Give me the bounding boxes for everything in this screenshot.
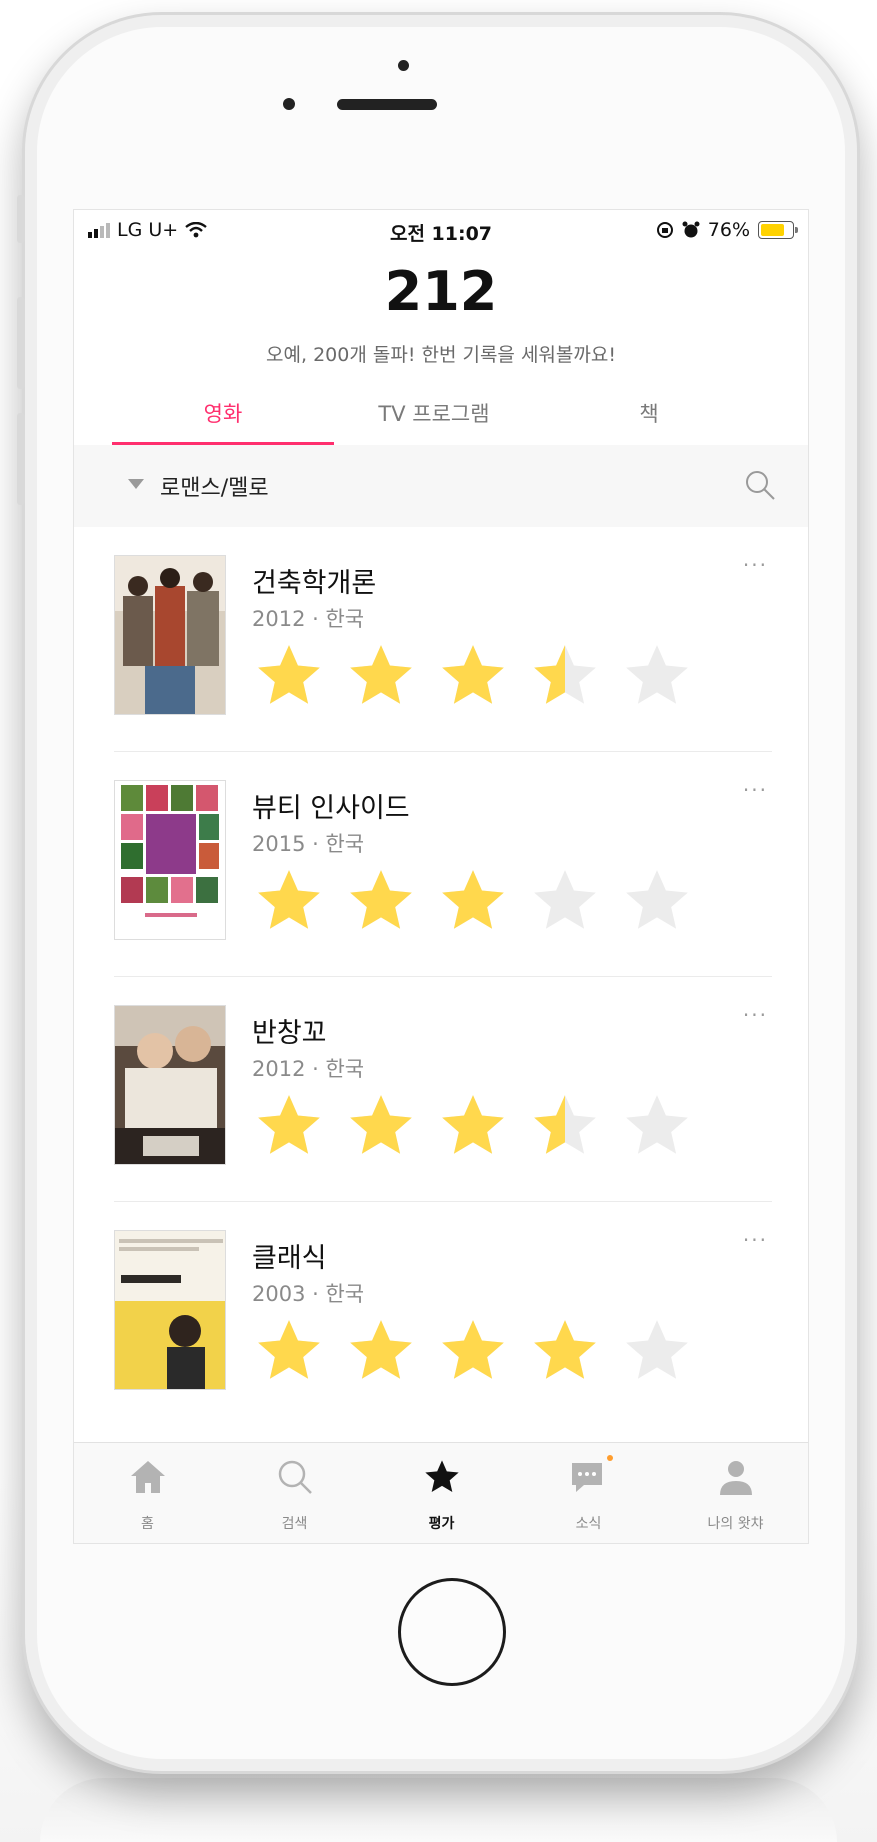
nav-search[interactable]: 검색 — [221, 1443, 368, 1543]
battery-percent: 76% — [707, 219, 750, 241]
rating-star-icon[interactable] — [436, 1314, 510, 1388]
rating-star-icon[interactable] — [252, 1314, 326, 1388]
nav-label: 소식 — [575, 1516, 602, 1532]
category-tabs: 영화 TV 프로그램 책 — [74, 385, 808, 445]
rating-star-icon[interactable] — [252, 1089, 326, 1163]
more-options-icon[interactable]: ··· — [743, 553, 768, 577]
front-camera — [283, 98, 295, 110]
star-icon — [424, 1460, 459, 1492]
rating-count: 212 — [384, 260, 498, 323]
person-icon — [719, 1461, 752, 1495]
rating-star-icon[interactable] — [344, 1089, 418, 1163]
rating-star-icon[interactable] — [528, 864, 602, 938]
rating-star-icon[interactable] — [620, 1089, 694, 1163]
rating-star-icon[interactable] — [436, 864, 510, 938]
movie-title: 반창꼬 — [252, 1018, 327, 1049]
movie-poster[interactable] — [114, 555, 226, 715]
movie-poster[interactable] — [114, 1230, 226, 1390]
star-rating[interactable] — [252, 639, 694, 713]
more-options-icon[interactable]: ··· — [743, 1003, 768, 1027]
tab-movies[interactable]: 영화 — [112, 385, 334, 443]
rating-star-icon[interactable] — [528, 639, 602, 713]
rating-star-icon[interactable] — [436, 639, 510, 713]
nav-label: 검색 — [281, 1516, 308, 1532]
status-bar: LG U+ 오전 11:07 76% — [74, 210, 808, 254]
dropdown-caret-icon[interactable] — [128, 479, 144, 489]
rating-star-icon[interactable] — [344, 639, 418, 713]
movie-year-country: 2015 · 한국 — [252, 832, 365, 856]
star-rating[interactable] — [252, 1314, 694, 1388]
rating-star-icon[interactable] — [620, 1314, 694, 1388]
more-options-icon[interactable]: ··· — [743, 778, 768, 802]
battery-icon — [758, 221, 798, 239]
app-screen: LG U+ 오전 11:07 76% 212 오예, 200개 돌파! 한번 기… — [73, 209, 809, 1544]
volume-up-button — [17, 297, 25, 389]
rating-star-icon[interactable] — [436, 1089, 510, 1163]
movie-year-country: 2003 · 한국 — [252, 1282, 365, 1306]
rating-star-icon[interactable] — [528, 1089, 602, 1163]
rating-star-icon[interactable] — [344, 864, 418, 938]
nav-my-watcha[interactable]: 나의 왓챠 — [662, 1443, 808, 1543]
earpiece-speaker — [337, 99, 437, 110]
search-icon[interactable] — [744, 469, 776, 501]
notification-dot — [607, 1455, 613, 1461]
home-button[interactable] — [398, 1578, 506, 1686]
nav-home[interactable]: 홈 — [74, 1443, 221, 1543]
nav-label: 나의 왓챠 — [707, 1516, 764, 1532]
list-item[interactable]: 클래식 2003 · 한국 ··· — [114, 1202, 772, 1427]
home-icon — [130, 1461, 165, 1493]
search-icon — [278, 1460, 312, 1494]
list-item[interactable]: 반창꼬 2012 · 한국 ··· — [114, 977, 772, 1202]
milestone-message: 오예, 200개 돌파! 한번 기록을 세워볼까요! — [266, 344, 616, 366]
star-rating[interactable] — [252, 1089, 694, 1163]
nav-rate[interactable]: 평가 — [368, 1443, 515, 1543]
alarm-icon — [682, 221, 700, 238]
list-item[interactable]: 뷰티 인사이드 2015 · 한국 ··· — [114, 752, 772, 977]
movie-title: 건축학개론 — [252, 568, 377, 599]
movie-title: 클래식 — [252, 1243, 327, 1274]
proximity-sensor — [398, 60, 409, 71]
movie-year-country: 2012 · 한국 — [252, 607, 365, 631]
rating-star-icon[interactable] — [620, 639, 694, 713]
movie-year-country: 2012 · 한국 — [252, 1057, 365, 1081]
bottom-tab-bar: 홈 검색 평가 소식 나의 왓챠 — [74, 1442, 808, 1543]
phone-reflection — [40, 1778, 837, 1842]
list-item[interactable]: 건축학개론 2012 · 한국 ··· — [114, 527, 772, 752]
nav-news[interactable]: 소식 — [515, 1443, 662, 1543]
tab-tv-programs[interactable]: TV 프로그램 — [334, 385, 534, 443]
rating-star-icon[interactable] — [252, 639, 326, 713]
rating-star-icon[interactable] — [344, 1314, 418, 1388]
movie-poster[interactable] — [114, 780, 226, 940]
rating-star-icon[interactable] — [252, 864, 326, 938]
genre-dropdown[interactable]: 로맨스/멜로 — [160, 470, 269, 502]
mute-switch — [17, 195, 25, 243]
volume-down-button — [17, 413, 25, 505]
nav-label: 홈 — [141, 1516, 154, 1532]
rating-star-icon[interactable] — [620, 864, 694, 938]
movie-poster[interactable] — [114, 1005, 226, 1165]
genre-filter-bar: 로맨스/멜로 — [74, 445, 808, 527]
nav-label: 평가 — [428, 1516, 455, 1532]
orientation-lock-icon — [656, 222, 673, 238]
chat-bubble-icon — [571, 1463, 602, 1492]
movie-title: 뷰티 인사이드 — [252, 793, 410, 824]
more-options-icon[interactable]: ··· — [743, 1228, 768, 1252]
tab-books[interactable]: 책 — [534, 385, 764, 443]
star-rating[interactable] — [252, 864, 694, 938]
rating-star-icon[interactable] — [528, 1314, 602, 1388]
